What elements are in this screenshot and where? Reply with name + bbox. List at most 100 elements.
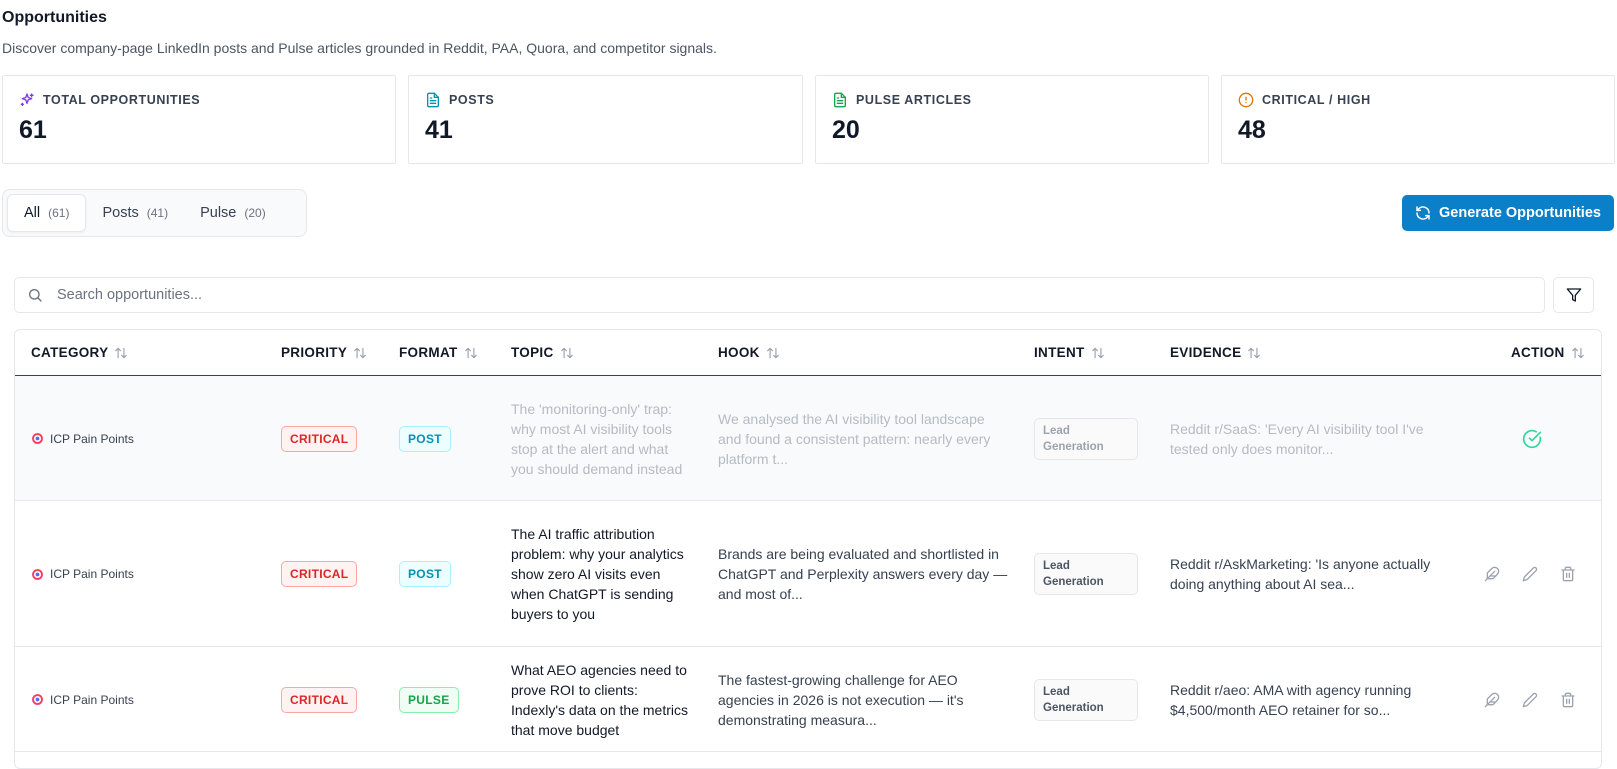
category-label: ICP Pain Points [50,567,134,581]
feather-icon[interactable] [1482,564,1502,584]
sort-icon [464,347,477,358]
priority-badge: CRITICAL [281,561,358,587]
tab-count: (61) [48,206,70,220]
sort-icon [354,347,366,358]
tab-count: (20) [244,206,266,220]
category-cell: ICP Pain Points [31,501,134,647]
topic-text: What AEO agencies need to prove ROI to c… [511,661,688,738]
stat-value: 41 [425,116,453,144]
evidence-text: Reddit r/AskMarketing: 'Is anyone actual… [1170,556,1431,592]
evidence-text: Reddit r/SaaS: 'Every AI visibility tool… [1170,420,1424,457]
column-header-action[interactable]: ACTION [1511,330,1585,375]
column-header-format[interactable]: FORMAT [399,330,478,375]
column-header-category[interactable]: CATEGORY [31,330,128,375]
table-row[interactable]: ICP Pain Points CRITICAL POST The 'monit… [15,376,1601,501]
format-badge: PULSE [399,686,459,713]
action-cell [1482,501,1578,647]
column-label: HOOK [718,345,760,360]
format-cell: POST [399,501,451,647]
trash-icon[interactable] [1558,690,1578,710]
priority-cell: CRITICAL [281,647,358,752]
search-input[interactable] [55,286,1459,304]
sort-icon [1248,347,1261,358]
generate-opportunities-label: Generate Opportunities [1439,205,1601,221]
stat-label: PULSE ARTICLES [856,93,972,107]
refresh-icon [1416,206,1430,220]
table-row[interactable]: ICP Pain Points CRITICAL PULSE What AEO … [15,647,1601,752]
column-label: PRIORITY [281,345,348,360]
priority-badge: CRITICAL [281,686,358,713]
tab-posts[interactable]: Posts (41) [86,194,184,232]
column-header-topic[interactable]: TOPIC [511,330,574,375]
page-title: Opportunities [2,9,107,26]
sort-icon [766,347,779,358]
column-label: ACTION [1511,345,1565,360]
intent-badge: Lead Generation [1034,553,1138,595]
tab-label: All [24,205,41,221]
sort-icon [1571,347,1584,358]
column-label: FORMAT [399,345,458,360]
edit-pencil-icon[interactable] [1520,564,1540,584]
format-cell: POST [399,376,451,501]
feather-icon[interactable] [1482,690,1502,710]
action-cell [1522,376,1542,501]
target-icon [32,568,43,580]
document-icon [427,92,439,108]
completed-check-icon[interactable] [1522,429,1542,449]
stat-value: 20 [832,116,860,144]
evidence-text: Reddit r/aeo: AMA with agency running $4… [1170,681,1412,718]
tab-label: Posts [102,205,139,221]
column-label: CATEGORY [31,345,109,360]
column-header-evidence[interactable]: EVIDENCE [1170,330,1261,375]
category-cell: ICP Pain Points [31,376,134,501]
sort-icon [115,347,128,358]
stat-value: 48 [1238,116,1266,144]
sparkle-icon [20,93,34,106]
stat-card-total-opportunities: TOTAL OPPORTUNITIES 61 [2,75,396,164]
table-row[interactable]: ICP Pain Points CRITICAL POST The AI tra… [15,501,1601,647]
tab-pulse[interactable]: Pulse (20) [184,194,282,232]
column-label: TOPIC [511,345,554,360]
priority-badge: CRITICAL [281,425,358,452]
priority-cell: CRITICAL [281,376,358,501]
stat-card-pulse-articles: PULSE ARTICLES 20 [815,75,1209,164]
intent-cell: Lead Generation [1034,376,1138,501]
category-label: ICP Pain Points [50,692,134,707]
filter-icon [1566,288,1581,302]
tab-all[interactable]: All (61) [7,194,87,232]
search-box [14,277,1545,313]
hook-text: Brands are being evaluated and shortlist… [718,546,1008,602]
trash-icon[interactable] [1558,564,1578,584]
page-subtitle: Discover company-page LinkedIn posts and… [2,40,717,56]
target-icon [32,694,43,705]
document-icon [834,92,846,108]
intent-badge: Lead Generation [1034,417,1138,460]
column-label: EVIDENCE [1170,345,1242,360]
edit-pencil-icon[interactable] [1520,690,1540,710]
filter-button[interactable] [1553,277,1594,313]
sort-icon [1091,347,1104,358]
category-label: ICP Pain Points [50,431,134,446]
hook-text: The fastest-growing challenge for AEO ag… [718,671,964,728]
sort-icon [560,347,573,358]
topic-text: The AI traffic attribution problem: why … [511,526,684,622]
stat-card-posts: POSTS 41 [408,75,803,164]
category-cell: ICP Pain Points [31,647,134,752]
format-badge: POST [399,561,451,587]
stat-value: 61 [19,116,47,144]
column-header-intent[interactable]: INTENT [1034,330,1105,375]
topic-text: The 'monitoring-only' trap: why most AI … [511,400,683,477]
stat-label: CRITICAL / HIGH [1262,93,1371,107]
intent-cell: Lead Generation [1034,501,1138,647]
hook-text: We analysed the AI visibility tool lands… [718,410,991,467]
generate-opportunities-button[interactable]: Generate Opportunities [1402,195,1614,231]
search-icon [29,289,42,302]
format-cell: PULSE [399,647,459,752]
stat-card-critical-high: CRITICAL / HIGH 48 [1221,75,1615,164]
intent-badge: Lead Generation [1034,678,1138,721]
table-header: CATEGORY PRIORITY FORMAT TOPIC HOOK INTE… [15,330,1601,376]
column-header-priority[interactable]: PRIORITY [281,330,367,375]
intent-cell: Lead Generation [1034,647,1138,752]
column-header-hook[interactable]: HOOK [718,330,780,375]
format-tabs: All (61) Posts (41) Pulse (20) [2,189,307,237]
